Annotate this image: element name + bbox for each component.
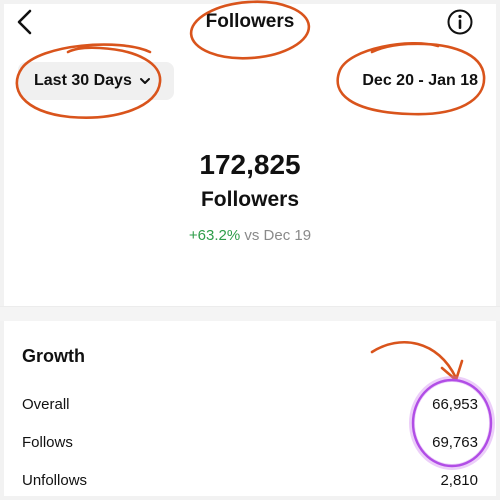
follower-count: 172,825	[199, 149, 301, 180]
info-icon	[447, 9, 473, 35]
follower-summary: 172,825 Followers +63.2% vs Dec 19	[0, 140, 500, 246]
follower-count-label: Followers	[200, 188, 300, 211]
time-range-dropdown[interactable]: Last 30 Days	[18, 62, 174, 100]
change-percent: +63.2%	[188, 227, 241, 244]
chevron-down-icon	[139, 76, 151, 86]
growth-row-label: Follows	[22, 433, 73, 451]
growth-row-label: Unfollows	[22, 471, 88, 489]
growth-title: Growth	[22, 346, 85, 366]
follower-change: +63.2% vs Dec 19	[0, 226, 500, 246]
date-range-text: Dec 20 - Jan 18	[362, 72, 478, 89]
growth-row-follows: Follows 69,763	[22, 430, 478, 454]
change-comparison: vs Dec 19	[244, 227, 312, 244]
arrow-head-annotation	[440, 359, 464, 382]
top-bar: Followers	[0, 0, 500, 50]
growth-row-overall: Overall 66,953	[22, 392, 478, 416]
section-divider	[0, 306, 500, 321]
time-range-label: Last 30 Days	[34, 72, 132, 89]
pointer-arrow-annotation	[370, 340, 458, 380]
growth-row-unfollows: Unfollows 2,810	[22, 468, 478, 492]
page-title: Followers	[205, 11, 295, 32]
filter-bar: Last 30 Days Dec 20 - Jan 18	[0, 56, 500, 106]
growth-row-value: 2,810	[440, 471, 478, 489]
info-button[interactable]	[446, 8, 474, 36]
growth-row-value: 69,763	[432, 433, 478, 451]
growth-row-label: Overall	[22, 395, 70, 413]
growth-row-value: 66,953	[432, 395, 478, 413]
